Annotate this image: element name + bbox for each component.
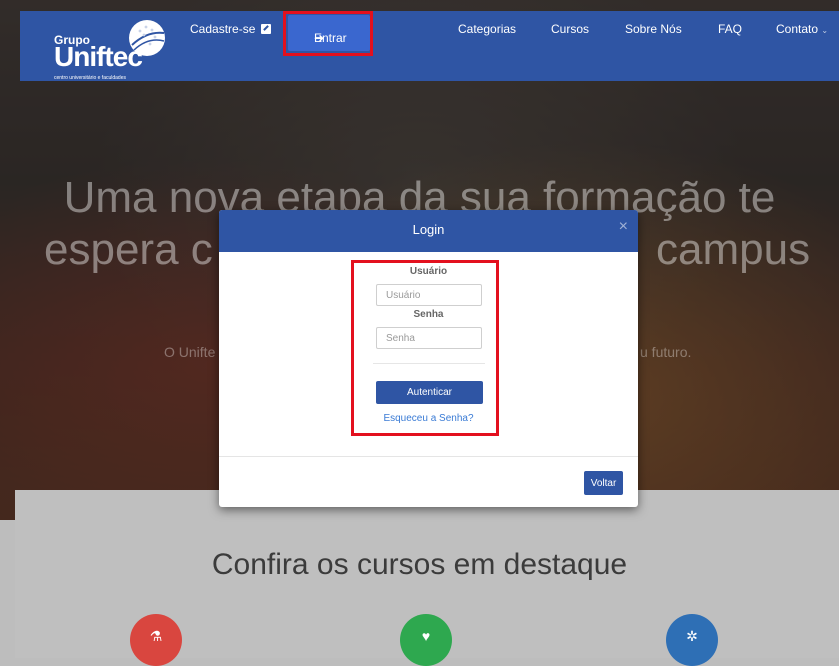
nav-faq[interactable]: FAQ: [718, 22, 742, 36]
nav-register[interactable]: Cadastre-se: [190, 22, 271, 36]
bug-icon[interactable]: ✲: [666, 614, 718, 666]
top-navbar: Grupo Uniftec centro universitário e fac…: [20, 11, 839, 81]
nav-contact[interactable]: Contato ⌄: [776, 22, 828, 36]
nav-courses[interactable]: Cursos: [551, 22, 589, 36]
edit-icon: [260, 24, 271, 34]
hero-subtitle-left: O Unifte: [164, 344, 216, 360]
nav-contact-label: Contato: [776, 22, 819, 36]
hero-title-line2-left: espera c: [44, 225, 213, 274]
modal-footer-divider: [219, 456, 638, 457]
hero-subtitle-right: u futuro.: [640, 344, 692, 360]
logo-tagline: centro universitário e faculdades: [54, 75, 126, 81]
heart-icon[interactable]: ♥: [400, 614, 452, 666]
logo-name: Uniftec: [54, 41, 143, 72]
close-icon[interactable]: ×: [619, 218, 628, 236]
nav-categories[interactable]: Categorias: [458, 22, 516, 36]
featured-title: Confira os cursos em destaque: [211, 548, 628, 581]
highlight-enter: [283, 11, 373, 56]
nav-about[interactable]: Sobre Nós: [625, 22, 682, 36]
modal-header: Login ×: [219, 210, 638, 252]
chevron-down-icon: ⌄: [821, 26, 829, 35]
nav-register-label: Cadastre-se: [190, 22, 256, 36]
modal-title: Login: [412, 222, 445, 237]
highlight-form: [351, 260, 499, 436]
flask-icon[interactable]: ⚗: [130, 614, 182, 666]
back-button[interactable]: Voltar: [584, 471, 623, 495]
hero-title-line2-right: campus: [656, 225, 811, 274]
logo[interactable]: Grupo Uniftec centro universitário e fac…: [54, 17, 174, 81]
